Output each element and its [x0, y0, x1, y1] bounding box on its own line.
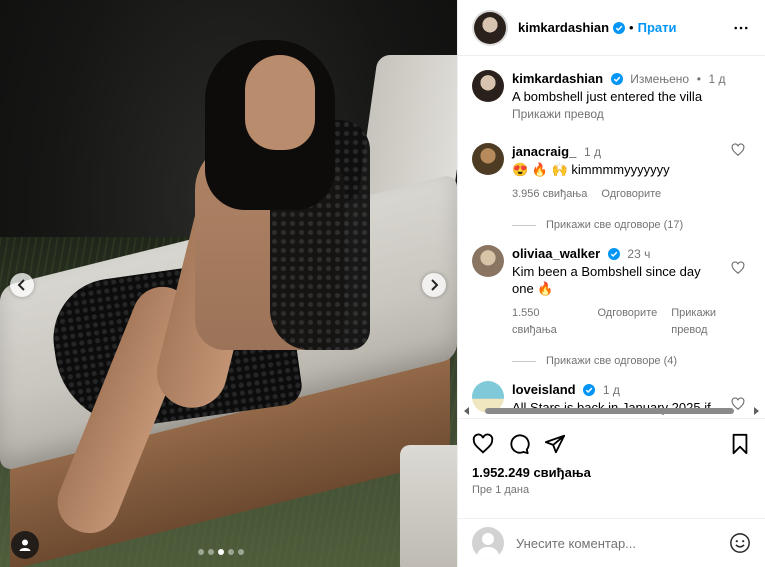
comment-likes[interactable]: 3.956 свиђања [512, 186, 587, 203]
view-replies-button[interactable]: Прикажи све одговоре (4) [458, 355, 765, 367]
like-comment-icon[interactable] [731, 261, 745, 275]
carousel-dot [238, 549, 244, 555]
comment-username[interactable]: oliviaa_walker [512, 246, 600, 261]
chevron-right-icon [431, 279, 439, 291]
more-options-button[interactable] [729, 16, 753, 40]
comment-username[interactable]: janacraig_ [512, 144, 576, 159]
comment-time[interactable]: 23 ч [627, 247, 650, 261]
comment-item: janacraig_ 1 д 😍 🔥 🙌 kimmmmyyyyyyy 3.956… [458, 123, 765, 203]
tagged-users-button[interactable] [11, 531, 39, 559]
edited-label: Измењено [630, 72, 690, 86]
verified-badge-icon [583, 384, 596, 396]
scrollbar-thumb[interactable] [485, 408, 734, 414]
view-replies-button[interactable]: Прикажи све одговоре (17) [458, 219, 765, 231]
likes-count[interactable]: 1.952.249 свиђања [458, 455, 765, 480]
comment-username[interactable]: kimkardashian [512, 71, 603, 86]
like-comment-icon[interactable] [731, 143, 745, 157]
carousel-dot [218, 549, 224, 555]
post-header: kimkardashian • Прати [458, 0, 765, 56]
post-author-username[interactable]: kimkardashian [518, 20, 609, 35]
see-translation-link[interactable]: Прикажи превод [512, 106, 751, 123]
photo-side-cushion [400, 445, 457, 567]
comment-username[interactable]: loveisland [512, 382, 576, 397]
comment-time[interactable]: 1 д [709, 72, 726, 86]
comment-text: Kim been a Bombshell since day one 🔥 [512, 264, 701, 296]
comment-bubble-icon[interactable] [508, 433, 530, 455]
replies-divider [512, 224, 536, 226]
user-tag-icon [19, 539, 31, 551]
story-ring[interactable] [472, 9, 508, 46]
comments-list[interactable]: kimkardashian Измењено • 1 д A bombshell… [458, 56, 765, 418]
see-translation-link[interactable]: Прикажи превод [671, 305, 751, 339]
more-horizontal-icon [734, 26, 748, 29]
current-user-avatar [472, 527, 504, 559]
reply-button[interactable]: Одговорите [597, 305, 657, 339]
share-send-icon[interactable] [544, 433, 566, 455]
avatar [474, 11, 506, 44]
view-replies-label: Прикажи све одговоре (17) [546, 219, 684, 231]
carousel-dot [228, 549, 234, 555]
post-photo[interactable] [0, 0, 457, 567]
replies-divider [512, 360, 536, 362]
verified-badge-icon [607, 248, 620, 260]
emoji-smiley-icon[interactable] [729, 532, 751, 554]
avatar[interactable] [472, 143, 504, 175]
carousel-indicator [198, 549, 244, 555]
comment-likes[interactable]: 1.550 свиђања [512, 305, 583, 339]
like-heart-icon[interactable] [472, 433, 494, 455]
bookmark-icon[interactable] [729, 433, 751, 455]
add-comment-bar [458, 518, 765, 567]
verified-badge-icon [610, 73, 623, 85]
reply-button[interactable]: Одговорите [601, 186, 661, 203]
comment-time[interactable]: 1 д [603, 383, 620, 397]
avatar[interactable] [472, 245, 504, 277]
post-action-bar: 1.952.249 свиђања Пре 1 дана [458, 418, 765, 496]
carousel-dot [198, 549, 204, 555]
post-timestamp[interactable]: Пре 1 дана [458, 480, 765, 496]
caption-text: A bombshell just entered the villa [512, 89, 703, 104]
comment-item: oliviaa_walker 23 ч Kim been a Bombshell… [458, 231, 765, 339]
chevron-left-icon [17, 279, 25, 291]
view-replies-label: Прикажи све одговоре (4) [546, 355, 678, 367]
avatar[interactable] [472, 70, 504, 102]
follow-button[interactable]: Прати [638, 20, 677, 35]
scrollbar-track[interactable] [475, 408, 748, 414]
separator-dot: • [629, 20, 634, 35]
comment-time[interactable]: 1 д [584, 145, 601, 159]
scroll-left-arrow-icon[interactable] [464, 407, 469, 415]
horizontal-scrollbar[interactable] [464, 406, 759, 416]
post-side-panel: kimkardashian • Прати kimkardashian Изме… [457, 0, 765, 567]
photo-figure-face [245, 55, 315, 150]
previous-slide-button[interactable] [10, 273, 34, 297]
comment-text: 😍 🔥 🙌 kimmmmyyyyyyy [512, 162, 670, 177]
carousel-dot [208, 549, 214, 555]
next-slide-button[interactable] [422, 273, 446, 297]
post-caption: kimkardashian Измењено • 1 д A bombshell… [458, 56, 765, 123]
verified-badge-icon [613, 21, 626, 34]
scroll-right-arrow-icon[interactable] [754, 407, 759, 415]
comment-input[interactable] [516, 535, 729, 551]
